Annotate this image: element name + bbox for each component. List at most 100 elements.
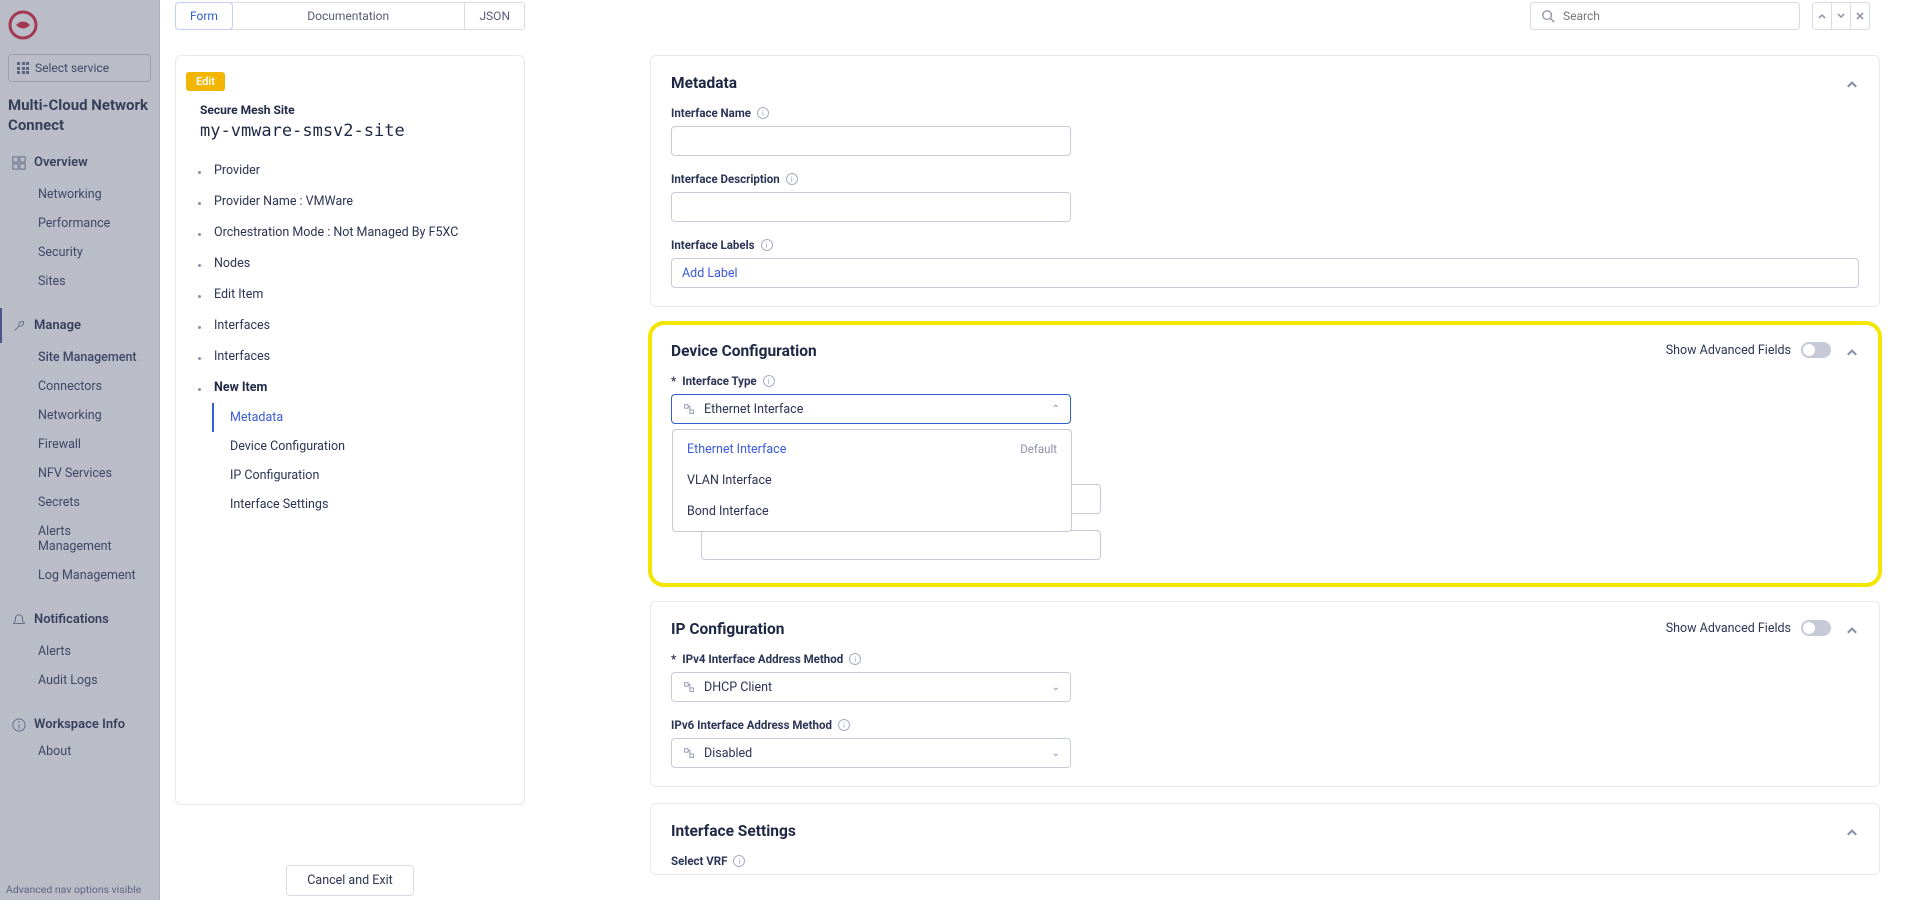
app-title: Multi-Cloud Network Connect	[8, 96, 151, 135]
add-label-input[interactable]: Add Label	[671, 258, 1859, 288]
chevron-down-icon: ⌄	[1052, 682, 1060, 693]
search-bar[interactable]	[1530, 2, 1800, 30]
ipv4-label: IPv4 Interface Address Method	[682, 652, 843, 666]
nav-performance[interactable]: Performance	[0, 209, 159, 238]
select-service-label: Select service	[35, 61, 109, 75]
toggle-switch[interactable]	[1801, 620, 1831, 636]
ipv6-select[interactable]: Disabled ⌄	[671, 738, 1071, 768]
info-icon[interactable]: i	[733, 855, 745, 867]
nav-alerts[interactable]: Alerts	[0, 637, 159, 666]
nav-security[interactable]: Security	[0, 238, 159, 267]
interface-type-select[interactable]: Ethernet Interface ⌃ Ethernet InterfaceD…	[671, 394, 1071, 424]
manage-section[interactable]: Manage	[0, 308, 159, 343]
interface-labels-label: Interface Labels	[671, 238, 755, 252]
show-advanced-toggle[interactable]: Show Advanced Fields	[1666, 342, 1831, 358]
metadata-card: Metadata Interface Namei Interface Descr…	[650, 55, 1880, 307]
interface-name-input[interactable]	[671, 126, 1071, 156]
edit-badge: Edit	[186, 72, 225, 91]
workspace-section[interactable]: Workspace Info	[0, 707, 159, 742]
outline-orch-mode[interactable]: Orchestration Mode : Not Managed By F5XC	[186, 217, 514, 248]
branch-icon	[682, 402, 696, 416]
dropdown-option-vlan[interactable]: VLAN Interface	[673, 465, 1071, 496]
chevron-up-icon	[1845, 825, 1859, 839]
view-tabs: Form Documentation JSON	[175, 2, 525, 30]
info-icon[interactable]: i	[838, 719, 850, 731]
tab-form[interactable]: Form	[175, 2, 233, 30]
chevron-up-icon	[1845, 623, 1859, 637]
interface-settings-card: Interface Settings Select VRF i	[650, 803, 1880, 875]
chevron-up-icon	[1817, 11, 1827, 21]
interface-desc-input[interactable]	[671, 192, 1071, 222]
outline-metadata[interactable]: Metadata	[212, 403, 514, 432]
outline-interfaces-2[interactable]: Interfaces	[186, 341, 514, 372]
nav-site-management[interactable]: Site Management	[0, 343, 159, 372]
overview-section[interactable]: Overview	[0, 145, 159, 180]
notifications-section[interactable]: Notifications	[0, 602, 159, 637]
background-sidebar: Select service Multi-Cloud Network Conne…	[0, 0, 160, 900]
outline-edit-item[interactable]: Edit Item	[186, 279, 514, 310]
dropdown-option-bond[interactable]: Bond Interface	[673, 496, 1071, 527]
outline-nodes[interactable]: Nodes	[186, 248, 514, 279]
dropdown-option-ethernet[interactable]: Ethernet InterfaceDefault	[673, 434, 1071, 465]
interface-type-label: Interface Type	[682, 374, 756, 388]
outline-provider-name[interactable]: Provider Name : VMWare	[186, 186, 514, 217]
main-form: Metadata Interface Namei Interface Descr…	[650, 55, 1880, 891]
search-icon	[1541, 9, 1555, 23]
info-icon[interactable]: i	[757, 107, 769, 119]
cancel-bar: Cancel and Exit	[175, 865, 525, 896]
nav-nfv[interactable]: NFV Services	[0, 459, 159, 488]
select-service-button[interactable]: Select service	[8, 54, 151, 82]
outline-iface-settings[interactable]: Interface Settings	[186, 490, 514, 519]
collapse-iface[interactable]	[1845, 824, 1859, 843]
collapse-ip[interactable]	[1845, 622, 1859, 641]
ipv4-select[interactable]: DHCP Client ⌄	[671, 672, 1071, 702]
panel-subtitle: Secure Mesh Site	[186, 103, 514, 117]
iface-settings-title: Interface Settings	[671, 822, 1859, 840]
nav-secrets[interactable]: Secrets	[0, 488, 159, 517]
outline-provider[interactable]: Provider	[186, 155, 514, 186]
ipv6-label: IPv6 Interface Address Method	[671, 718, 832, 732]
outline-new-item[interactable]: New Item	[186, 372, 514, 403]
grid-icon	[17, 62, 29, 74]
form-outline-panel: Edit Secure Mesh Site my-vmware-smsv2-si…	[175, 55, 525, 805]
show-advanced-toggle-ip[interactable]: Show Advanced Fields	[1666, 620, 1831, 636]
info-icon[interactable]: i	[849, 653, 861, 665]
nav-sites[interactable]: Sites	[0, 267, 159, 296]
outline-device-config[interactable]: Device Configuration	[186, 432, 514, 461]
nav-firewall[interactable]: Firewall	[0, 430, 159, 459]
outline-interfaces-1[interactable]: Interfaces	[186, 310, 514, 341]
nav-footer: Advanced nav options visible	[6, 883, 141, 896]
device-hidden-input-2[interactable]	[701, 530, 1101, 560]
bell-icon	[12, 613, 26, 627]
interface-name-label: Interface Name	[671, 106, 751, 120]
branch-icon	[682, 680, 696, 694]
nav-about[interactable]: About	[0, 742, 159, 766]
search-clear-button[interactable]	[1850, 2, 1870, 30]
select-vrf-label: Select VRF	[671, 854, 727, 868]
info-icon[interactable]: i	[763, 375, 775, 387]
nav-networking[interactable]: Networking	[0, 180, 159, 209]
search-next-button[interactable]	[1831, 2, 1851, 30]
outline-ip-config[interactable]: IP Configuration	[186, 461, 514, 490]
chevron-up-icon	[1845, 77, 1859, 91]
collapse-device[interactable]	[1845, 344, 1859, 363]
nav-alerts-mgmt[interactable]: Alerts Management	[0, 517, 159, 561]
toggle-switch[interactable]	[1801, 342, 1831, 358]
metadata-title: Metadata	[671, 74, 1859, 92]
nav-audit[interactable]: Audit Logs	[0, 666, 159, 695]
collapse-metadata[interactable]	[1845, 76, 1859, 95]
nav-log-mgmt[interactable]: Log Management	[0, 561, 159, 590]
info-icon[interactable]: i	[761, 239, 773, 251]
nav-networking2[interactable]: Networking	[0, 401, 159, 430]
overview-icon	[12, 156, 26, 170]
search-prev-button[interactable]	[1812, 2, 1832, 30]
close-icon	[1855, 11, 1865, 21]
tab-documentation[interactable]: Documentation	[232, 3, 465, 29]
nav-connectors[interactable]: Connectors	[0, 372, 159, 401]
info-icon[interactable]: i	[786, 173, 798, 185]
info-icon	[12, 718, 26, 732]
search-input[interactable]	[1563, 9, 1789, 23]
tab-json[interactable]: JSON	[465, 3, 524, 29]
wrench-icon	[12, 319, 26, 333]
cancel-exit-button[interactable]: Cancel and Exit	[286, 865, 413, 896]
